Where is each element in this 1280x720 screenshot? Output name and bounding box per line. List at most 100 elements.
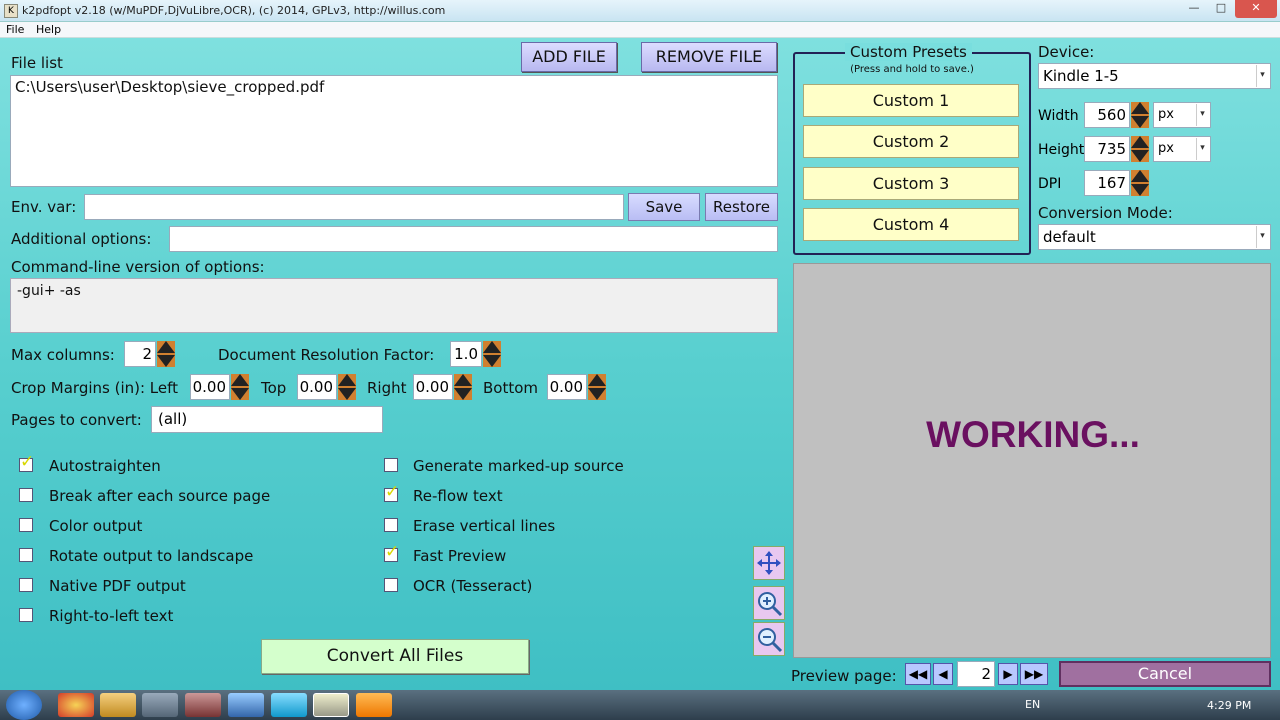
custom-preset-3[interactable]: Custom 3 (803, 167, 1019, 200)
prev-page-button[interactable]: ◀ (933, 663, 953, 685)
cancel-button[interactable]: Cancel (1059, 661, 1271, 687)
checkbox-label[interactable]: Re-flow text (413, 487, 503, 505)
crop-left-spinner[interactable] (231, 374, 249, 400)
close-button[interactable]: ✕ (1235, 0, 1277, 18)
menu-bar: File Help (0, 22, 1280, 38)
presets-subtitle: (Press and hold to save.) (850, 64, 974, 75)
k2pdfopt-taskbar-icon[interactable] (313, 693, 349, 717)
crop-top-spinner[interactable] (338, 374, 356, 400)
crop-top-input[interactable]: 0.00 (297, 374, 337, 400)
height-spinner[interactable] (1131, 136, 1149, 162)
height-unit-select[interactable]: px ▾ (1153, 136, 1211, 162)
checkbox-label[interactable]: Rotate output to landscape (49, 547, 253, 565)
clock[interactable]: 4:29 PM (1207, 699, 1251, 712)
width-input[interactable]: 560 (1084, 102, 1130, 128)
checkbox-label[interactable]: OCR (Tesseract) (413, 577, 532, 595)
dpi-input[interactable]: 167 (1084, 170, 1130, 196)
first-page-button[interactable]: ◀◀ (905, 663, 931, 685)
file-list-item[interactable]: C:\Users\user\Desktop\sieve_cropped.pdf (15, 78, 324, 96)
device-label: Device: (1038, 43, 1095, 61)
zoom-in-button[interactable] (753, 586, 785, 620)
custom-preset-4[interactable]: Custom 4 (803, 208, 1019, 241)
preview-pane[interactable]: WORKING... (793, 263, 1271, 658)
file-list-box[interactable]: C:\Users\user\Desktop\sieve_cropped.pdf (10, 75, 778, 187)
height-label: Height (1038, 142, 1085, 158)
convert-all-button[interactable]: Convert All Files (261, 639, 529, 674)
doc-res-spinner[interactable] (483, 341, 501, 367)
start-button[interactable] (6, 690, 42, 720)
checkbox-marked-up-source[interactable] (384, 458, 398, 472)
device-select[interactable]: Kindle 1-5 ▾ (1038, 63, 1271, 89)
menu-help[interactable]: Help (36, 23, 61, 36)
env-var-label: Env. var: (11, 198, 77, 216)
cmdline-text: -gui+ -as (17, 283, 81, 299)
app-taskbar-icon[interactable] (228, 693, 264, 717)
checkbox-reflow-text[interactable]: ✓ (384, 482, 399, 502)
additional-options-input[interactable] (169, 226, 778, 252)
remove-file-button[interactable]: REMOVE FILE (641, 42, 777, 72)
env-var-input[interactable] (84, 194, 624, 220)
presets-title: Custom Presets (845, 43, 972, 61)
last-page-button[interactable]: ▶▶ (1020, 663, 1048, 685)
move-tool-button[interactable] (753, 546, 785, 580)
maximize-button[interactable]: □ (1208, 0, 1234, 18)
conversion-mode-label: Conversion Mode: (1038, 204, 1173, 222)
skype-taskbar-icon[interactable] (271, 693, 307, 717)
checkbox-label[interactable]: Generate marked-up source (413, 457, 624, 475)
checkbox-erase-vertical-lines[interactable] (384, 518, 398, 532)
checkbox-autostraighten[interactable]: ✓ (19, 452, 34, 472)
menu-file[interactable]: File (6, 23, 24, 36)
cmdline-label: Command-line version of options: (11, 258, 265, 276)
minimize-button[interactable]: — (1181, 0, 1207, 18)
custom-preset-2[interactable]: Custom 2 (803, 125, 1019, 158)
height-input[interactable]: 735 (1084, 136, 1130, 162)
zoom-in-icon (758, 592, 783, 617)
checkbox-fast-preview[interactable]: ✓ (384, 542, 399, 562)
next-page-button[interactable]: ▶ (998, 663, 1018, 685)
crop-left-input[interactable]: 0.00 (190, 374, 230, 400)
app-taskbar-icon[interactable] (142, 693, 178, 717)
crop-bottom-spinner[interactable] (588, 374, 606, 400)
save-button[interactable]: Save (628, 193, 700, 221)
checkbox-label[interactable]: Erase vertical lines (413, 517, 555, 535)
custom-preset-1[interactable]: Custom 1 (803, 84, 1019, 117)
folder-taskbar-icon[interactable] (100, 693, 136, 717)
restore-button[interactable]: Restore (705, 193, 778, 221)
checkbox-ocr[interactable] (384, 578, 398, 592)
max-columns-input[interactable]: 2 (124, 341, 156, 367)
additional-options-label: Additional options: (11, 230, 152, 248)
checkbox-native-pdf[interactable] (19, 578, 33, 592)
checkbox-rotate-landscape[interactable] (19, 548, 33, 562)
zoom-out-button[interactable] (753, 622, 785, 656)
pages-label: Pages to convert: (11, 411, 142, 429)
language-indicator[interactable]: EN (1025, 698, 1040, 711)
checkbox-label[interactable]: Color output (49, 517, 142, 535)
add-file-button[interactable]: ADD FILE (521, 42, 617, 72)
preview-page-input[interactable]: 2 (957, 661, 995, 687)
crop-top-label: Top (261, 379, 287, 397)
crop-right-spinner[interactable] (454, 374, 472, 400)
width-unit-select[interactable]: px ▾ (1153, 102, 1211, 128)
crop-right-input[interactable]: 0.00 (413, 374, 453, 400)
doc-res-input[interactable]: 1.0 (450, 341, 482, 367)
chrome-taskbar-icon[interactable] (58, 693, 94, 717)
pages-input[interactable]: (all) (151, 406, 383, 433)
dropdown-arrow-icon: ▾ (1196, 104, 1208, 126)
checkbox-label[interactable]: Break after each source page (49, 487, 270, 505)
checkbox-label[interactable]: Right-to-left text (49, 607, 173, 625)
checkbox-break-after-page[interactable] (19, 488, 33, 502)
width-spinner[interactable] (1131, 102, 1149, 128)
crop-bottom-input[interactable]: 0.00 (547, 374, 587, 400)
dpi-spinner[interactable] (1131, 170, 1149, 196)
prev-page-icon: ◀ (938, 667, 948, 681)
checkbox-right-to-left[interactable] (19, 608, 33, 622)
conversion-mode-select[interactable]: default ▾ (1038, 224, 1271, 250)
checkbox-color-output[interactable] (19, 518, 33, 532)
vlc-taskbar-icon[interactable] (356, 693, 392, 717)
checkbox-label[interactable]: Autostraighten (49, 457, 161, 475)
taskbar: EN 4:29 PM (0, 690, 1280, 720)
app-taskbar-icon[interactable] (185, 693, 221, 717)
checkbox-label[interactable]: Native PDF output (49, 577, 186, 595)
max-columns-spinner[interactable] (157, 341, 175, 367)
checkbox-label[interactable]: Fast Preview (413, 547, 506, 565)
